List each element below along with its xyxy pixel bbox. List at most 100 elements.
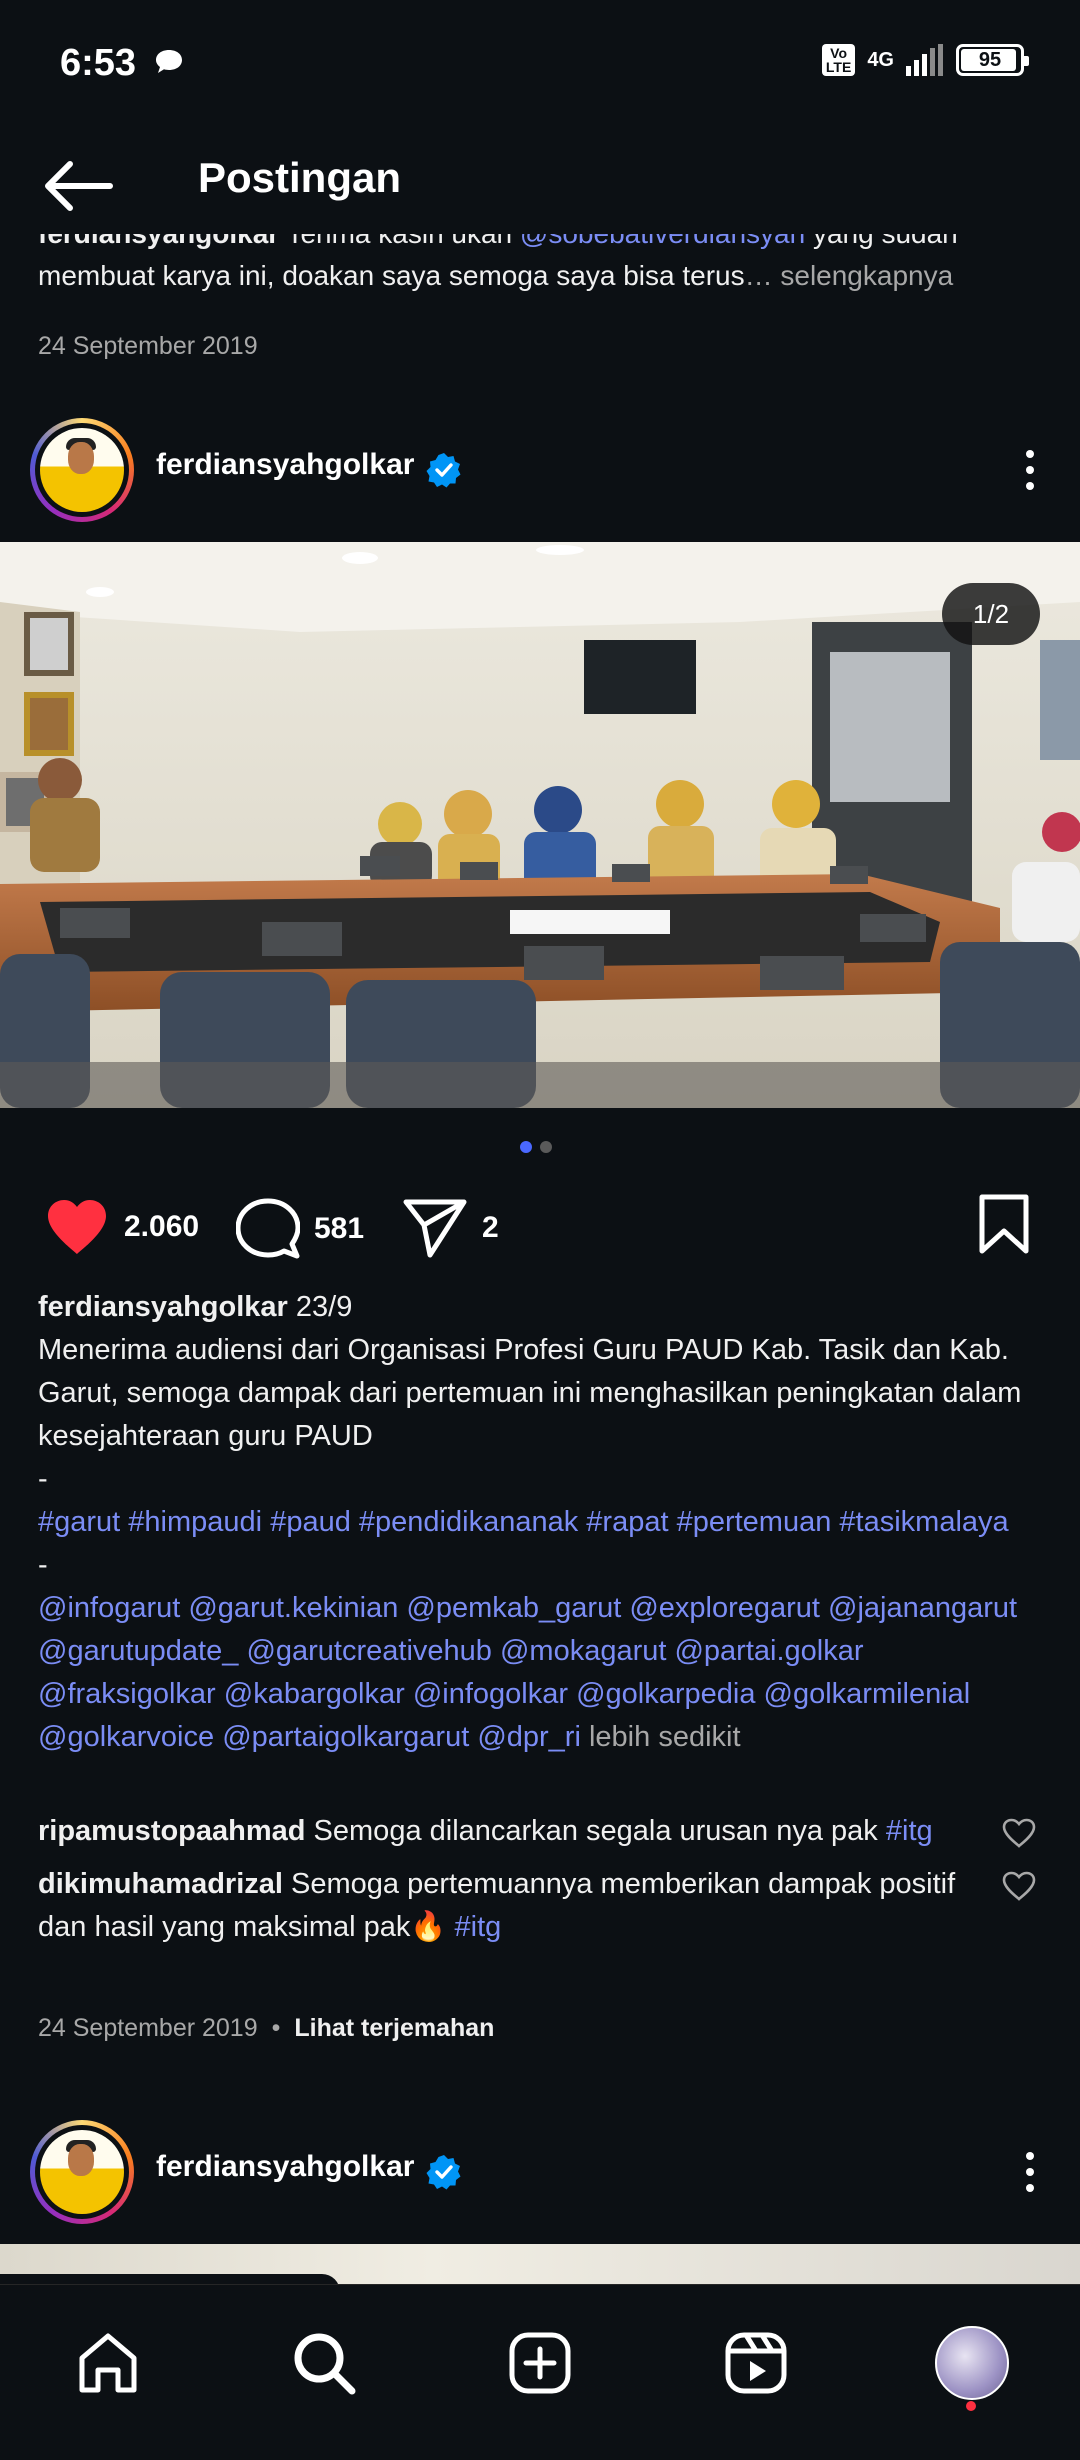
mention-list: @infogarut @garut.kekinian @pemkab_garut… <box>38 1587 1048 1759</box>
battery-icon: 95 <box>956 44 1029 76</box>
caption-username[interactable]: ferdiansyahgolkar <box>38 234 279 249</box>
nav-reels[interactable] <box>716 2323 796 2403</box>
caption-separator: - <box>38 1549 48 1581</box>
create-icon <box>509 2332 571 2394</box>
mention-link[interactable]: @garutupdate_ <box>38 1635 238 1667</box>
arrow-left-icon[interactable] <box>40 158 116 214</box>
caption-text: membuat karya ini, doakan saya semoga sa… <box>38 260 745 291</box>
share-button[interactable]: 2 <box>402 1198 499 1258</box>
caption-body: Menerima audiensi dari Organisasi Profes… <box>38 1334 1022 1452</box>
show-less-link[interactable]: lebih sedikit <box>589 1721 741 1753</box>
mention-link[interactable]: @kabargolkar <box>224 1678 405 1710</box>
page-title: Postingan <box>198 154 402 201</box>
share-count: 2 <box>482 1211 499 1244</box>
image-counter: 1/2 <box>942 583 1040 645</box>
previous-post-date: 24 September 2019 <box>38 332 258 360</box>
mention-link[interactable]: @sobebativerdiansyah <box>520 234 805 249</box>
post-date: 24 September 2019 <box>38 2014 258 2042</box>
caption-date: 23/9 <box>295 1291 353 1323</box>
comment-count: 581 <box>314 1212 365 1245</box>
top-header: Postingan <box>0 130 1080 234</box>
caption-header: ferdiansyahgolkar 23/9 <box>38 1286 1048 1329</box>
post-footer: 24 September 2019 • Lihat terjemahan <box>38 2014 494 2043</box>
post-username[interactable]: ferdiansyahgolkar <box>156 2150 414 2184</box>
post-caption: ferdiansyahgolkar 23/9 Menerima audiensi… <box>38 1286 1048 1759</box>
next-post-image[interactable] <box>0 2244 1080 2294</box>
next-post-header: ferdiansyahgolkar <box>0 2120 1080 2224</box>
hashtag-link[interactable]: #garut <box>38 1506 120 1538</box>
mention-link[interactable]: @infogolkar <box>413 1678 568 1710</box>
post-username[interactable]: ferdiansyahgolkar <box>156 448 414 482</box>
caption-separator: - <box>38 1463 48 1495</box>
status-time: 6:53 <box>60 42 137 84</box>
mention-link[interactable]: @partaigolkargarut <box>222 1721 469 1753</box>
mention-link[interactable]: @garut.kekinian <box>188 1592 398 1624</box>
mention-link[interactable]: @dpr_ri <box>477 1721 581 1753</box>
nav-search[interactable] <box>284 2323 364 2403</box>
volte-badge: Vo LTE <box>821 44 856 76</box>
post-image[interactable] <box>0 542 1080 1108</box>
caption-line: membuat karya ini, doakan saya semoga sa… <box>38 254 1048 297</box>
comment-preview-list: ripamustopaahmad Semoga dilancarkan sega… <box>38 1810 1048 1959</box>
comment-username[interactable]: dikimuhamadrizal <box>38 1868 283 1900</box>
send-icon <box>403 1199 467 1258</box>
hashtag-link[interactable]: #rapat <box>586 1506 668 1538</box>
verified-badge-icon <box>426 453 461 488</box>
hashtag-link[interactable]: #pertemuan <box>677 1506 832 1538</box>
mention-link[interactable]: @garutcreativehub <box>246 1635 491 1667</box>
notification-dot <box>966 2401 976 2411</box>
hashtag-link[interactable]: #itg <box>455 1911 502 1943</box>
caption-text: Terima kasih ukan <box>279 234 520 249</box>
comment-item: dikimuhamadrizal Semoga pertemuannya mem… <box>38 1863 1048 1949</box>
avatar[interactable] <box>30 2120 134 2224</box>
hashtag-link[interactable]: #pendidikananak <box>359 1506 578 1538</box>
mention-link[interactable]: @infogarut <box>38 1592 180 1624</box>
nav-home[interactable] <box>68 2323 148 2403</box>
see-more-link[interactable]: … selengkapnya <box>745 260 954 291</box>
signal-icon <box>906 44 943 76</box>
carousel-dot <box>540 1141 552 1153</box>
hashtag-link[interactable]: #paud <box>270 1506 351 1538</box>
more-vertical-icon[interactable] <box>1020 446 1040 496</box>
comment-text: Semoga dilancarkan segala urusan nya pak <box>305 1815 886 1847</box>
heart-outline-icon[interactable] <box>1002 1818 1036 1848</box>
mention-link[interactable]: @exploregarut <box>629 1592 820 1624</box>
more-vertical-icon[interactable] <box>1020 2148 1040 2198</box>
heart-outline-icon[interactable] <box>1002 1871 1036 1901</box>
like-count: 2.060 <box>124 1210 200 1243</box>
caption-username[interactable]: ferdiansyahgolkar <box>38 1291 288 1323</box>
see-translation-link[interactable]: Lihat terjemahan <box>294 2014 494 2043</box>
avatar[interactable] <box>30 418 134 522</box>
comment-username[interactable]: ripamustopaahmad <box>38 1815 306 1847</box>
caption-text: yang sudah <box>805 234 958 249</box>
mention-link[interactable]: @fraksigolkar <box>38 1678 216 1710</box>
nav-create[interactable] <box>500 2323 580 2403</box>
mention-link[interactable]: @jajanangarut <box>828 1592 1017 1624</box>
carousel-dot-active <box>520 1141 532 1153</box>
previous-post-caption: ferdiansyahgolkar Terima kasih ukan @sob… <box>38 234 1048 297</box>
chat-notification-icon <box>156 50 182 73</box>
comment-item: ripamustopaahmad Semoga dilancarkan sega… <box>38 1810 1048 1853</box>
battery-percent: 95 <box>978 48 1002 71</box>
nav-profile[interactable] <box>932 2323 1012 2403</box>
mention-link[interactable]: @mokagarut <box>500 1635 666 1667</box>
hashtag-link[interactable]: #himpaudi <box>128 1506 262 1538</box>
mention-link[interactable]: @golkarpedia <box>576 1678 755 1710</box>
hashtag-list: #garut #himpaudi #paud #pendidikananak #… <box>38 1501 1048 1544</box>
home-icon <box>79 2333 137 2393</box>
hashtag-link[interactable]: #tasikmalaya <box>839 1506 1008 1538</box>
bottom-navigation <box>0 2284 1080 2460</box>
caption-cut-line: ferdiansyahgolkar Terima kasih ukan @sob… <box>38 234 1048 254</box>
network-type: 4G <box>867 49 894 71</box>
like-button[interactable]: 2.060 <box>44 1198 199 1256</box>
footer-separator: • <box>271 2014 281 2042</box>
mention-link[interactable]: @golkarvoice <box>38 1721 214 1753</box>
mention-link[interactable]: @partai.golkar <box>674 1635 863 1667</box>
hashtag-link[interactable]: #itg <box>886 1815 933 1847</box>
status-bar: 6:53 Vo LTE 4G 95 <box>0 0 1080 130</box>
mention-link[interactable]: @golkarmilenial <box>764 1678 971 1710</box>
bookmark-icon[interactable] <box>978 1194 1030 1254</box>
comment-button[interactable]: 581 <box>236 1198 364 1260</box>
post-actions: 2.060 581 2 <box>0 1190 1080 1260</box>
mention-link[interactable]: @pemkab_garut <box>406 1592 621 1624</box>
